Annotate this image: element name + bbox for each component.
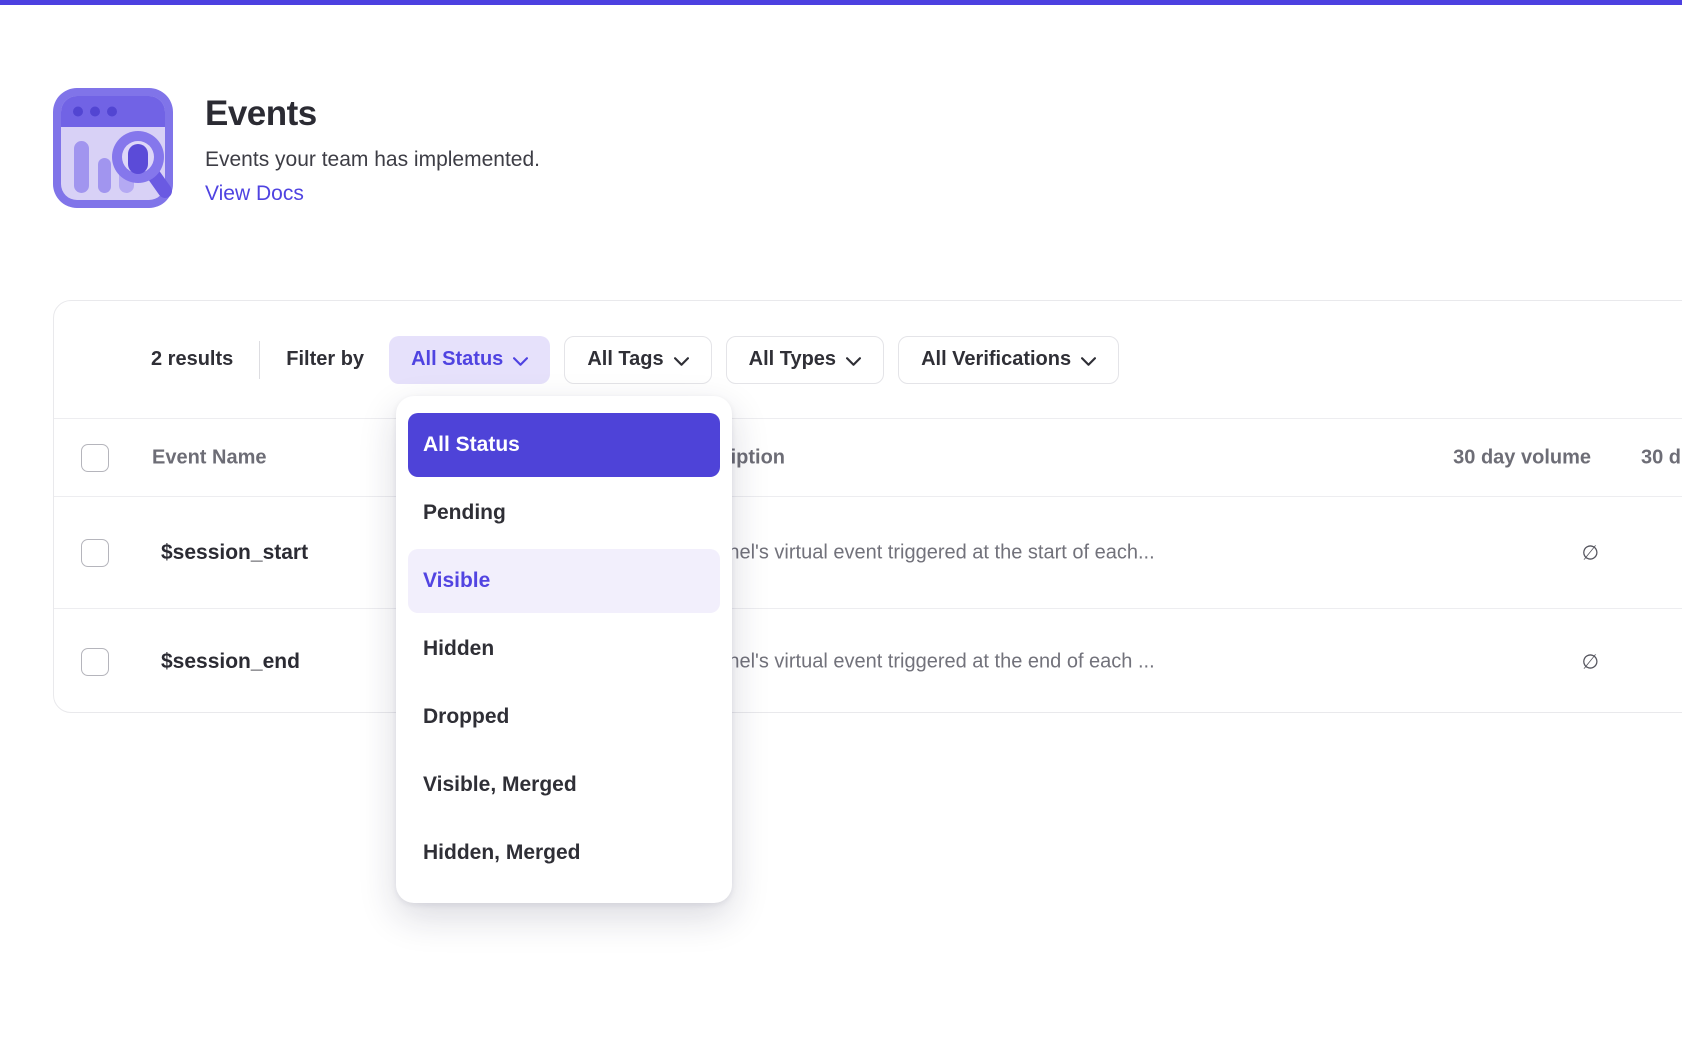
page-header: Events Events your team has implemented.… bbox=[53, 88, 540, 208]
filter-all-types-label: All Types bbox=[749, 348, 836, 371]
filter-all-status-label: All Status bbox=[411, 348, 503, 371]
view-docs-link[interactable]: View Docs bbox=[205, 182, 540, 206]
table-row[interactable]: $session_end Mixpanel's virtual event tr… bbox=[54, 609, 1682, 714]
dropdown-option-hidden[interactable]: Hidden bbox=[408, 617, 720, 681]
chevron-down-icon bbox=[846, 357, 861, 366]
table-row[interactable]: $session_start Mixpanel's virtual event … bbox=[54, 497, 1682, 609]
dropdown-option-pending[interactable]: Pending bbox=[408, 481, 720, 545]
event-name[interactable]: $session_end bbox=[161, 650, 300, 674]
filter-all-verifications-button[interactable]: All Verifications bbox=[898, 336, 1119, 384]
events-app-icon bbox=[53, 88, 173, 208]
filter-all-tags-label: All Tags bbox=[587, 348, 663, 371]
browser-chart-magnifier-icon bbox=[53, 88, 173, 208]
dropdown-option-hidden-merged[interactable]: Hidden, Merged bbox=[408, 821, 720, 885]
page-header-text: Events Events your team has implemented.… bbox=[205, 88, 540, 208]
dropdown-option-dropped[interactable]: Dropped bbox=[408, 685, 720, 749]
filter-toolbar: 2 results Filter by All Status All Tags … bbox=[54, 301, 1682, 418]
filter-all-verifications-label: All Verifications bbox=[921, 348, 1071, 371]
select-all-checkbox[interactable] bbox=[81, 444, 109, 472]
status-filter-dropdown: All Status Pending Visible Hidden Droppe… bbox=[396, 396, 732, 903]
table-header-row: Event Name Description 30 day volume 30 … bbox=[54, 418, 1682, 497]
filter-all-tags-button[interactable]: All Tags bbox=[564, 336, 711, 384]
event-30-day-volume: ∅ bbox=[1391, 540, 1599, 565]
column-header-partial[interactable]: 30 d bbox=[1641, 446, 1681, 469]
dropdown-option-all-status[interactable]: All Status bbox=[408, 413, 720, 477]
event-name[interactable]: $session_start bbox=[161, 541, 308, 565]
event-description: Mixpanel's virtual event triggered at th… bbox=[675, 650, 1155, 673]
dropdown-option-visible[interactable]: Visible bbox=[408, 549, 720, 613]
column-header-event-name[interactable]: Event Name bbox=[152, 446, 267, 469]
page-title: Events bbox=[205, 94, 540, 134]
filter-all-types-button[interactable]: All Types bbox=[726, 336, 884, 384]
top-accent-bar bbox=[0, 0, 1682, 5]
chevron-down-icon bbox=[674, 357, 689, 366]
filter-all-status-button[interactable]: All Status bbox=[389, 336, 550, 384]
event-description: Mixpanel's virtual event triggered at th… bbox=[675, 541, 1155, 564]
toolbar-divider bbox=[259, 341, 260, 379]
chevron-down-icon bbox=[1081, 357, 1096, 366]
results-count: 2 results bbox=[151, 348, 233, 371]
page-subtitle: Events your team has implemented. bbox=[205, 148, 540, 172]
chevron-down-icon bbox=[513, 357, 528, 366]
filter-by-label: Filter by bbox=[286, 348, 364, 371]
row-checkbox[interactable] bbox=[81, 648, 109, 676]
event-30-day-volume: ∅ bbox=[1391, 649, 1599, 674]
events-table-card: 2 results Filter by All Status All Tags … bbox=[53, 300, 1682, 713]
row-checkbox[interactable] bbox=[81, 539, 109, 567]
column-header-30-day-volume[interactable]: 30 day volume bbox=[1341, 446, 1591, 469]
dropdown-option-visible-merged[interactable]: Visible, Merged bbox=[408, 753, 720, 817]
